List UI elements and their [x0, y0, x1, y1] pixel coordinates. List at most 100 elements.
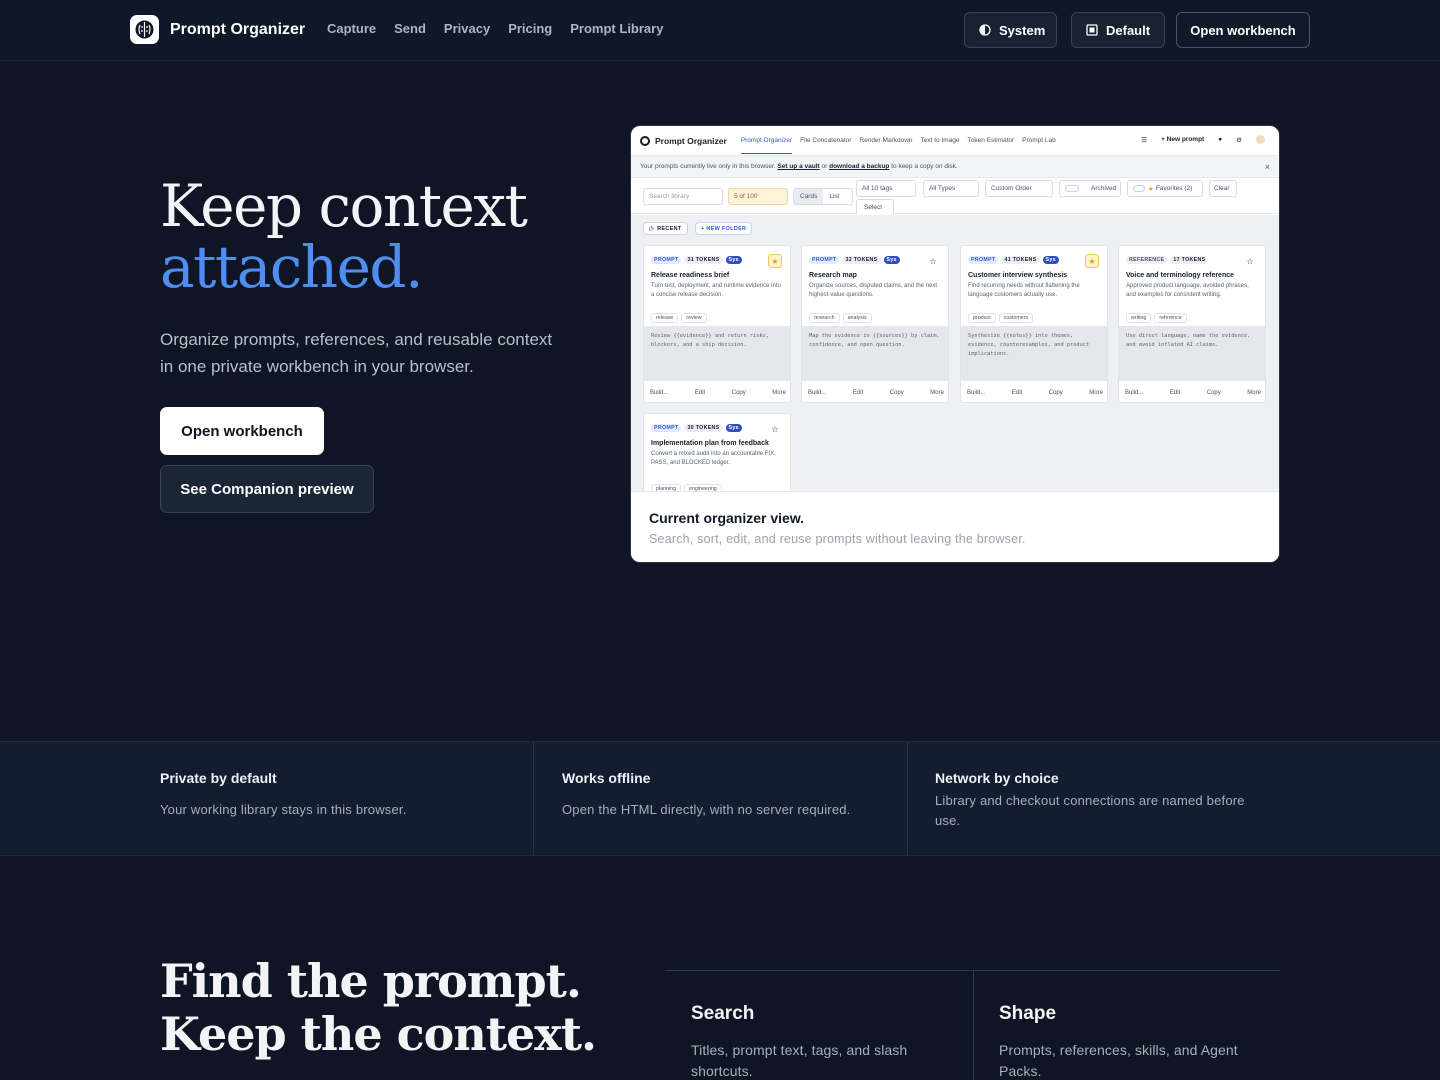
favorite-star-icon[interactable]: ☆: [1243, 254, 1257, 268]
card-edit-button[interactable]: Edit: [1170, 390, 1180, 396]
card-tag[interactable]: release: [651, 313, 679, 323]
card-build-button[interactable]: Build...: [967, 390, 985, 396]
prompt-card[interactable]: PROMPT 41 TOKENS Sys ★ Customer interview …: [960, 245, 1108, 403]
card-title: Customer interview synthesis: [968, 272, 1068, 279]
card-tag[interactable]: customers: [998, 313, 1034, 323]
feature-item-title: Shape: [999, 1003, 1057, 1024]
favorite-star-icon[interactable]: ★: [768, 254, 782, 268]
preview-tab-render-markdown[interactable]: Render Markdown: [859, 128, 912, 154]
feature-body: Library and checkout connections are nam…: [935, 793, 1245, 828]
prompt-card[interactable]: PROMPT 31 TOKENS Sys ★ Release readiness b…: [643, 245, 791, 403]
banner-text-a: Your prompts currently live only in this…: [640, 163, 776, 170]
card-description: Convert a mixed audit into an accountabl…: [651, 451, 776, 466]
card-edit-button[interactable]: Edit: [1012, 390, 1022, 396]
banner-close-icon[interactable]: ×: [1265, 162, 1270, 172]
preview-view-toggle: Cards List: [793, 188, 853, 205]
preview-order-select[interactable]: Custom Order: [985, 180, 1053, 197]
preview-new-prompt-button[interactable]: + New prompt: [1161, 136, 1204, 143]
preview-tab-text-to-image[interactable]: Text to Image: [921, 128, 960, 154]
card-copy-button[interactable]: Copy: [1207, 390, 1221, 396]
card-edit-button[interactable]: Edit: [853, 390, 863, 396]
preview-tags-select[interactable]: All 10 tags: [856, 180, 916, 197]
feature-title: Private by default: [160, 770, 277, 786]
card-more-button[interactable]: More: [1247, 390, 1261, 396]
prompt-card[interactable]: PROMPT 32 TOKENS Sys ☆ Research map Organi…: [801, 245, 949, 403]
card-more-button[interactable]: More: [1089, 390, 1103, 396]
favorite-star-icon[interactable]: ☆: [926, 254, 940, 268]
banner-backup-link[interactable]: download a backup: [829, 163, 889, 170]
reference-card[interactable]: REFERENCE 17 TOKENS ☆ Voice and terminolo…: [1118, 245, 1266, 403]
card-type: PROMPT: [968, 256, 999, 264]
feature-item-body: Titles, prompt text, tags, and slash sho…: [691, 1042, 908, 1079]
card-build-button[interactable]: Build...: [1125, 390, 1143, 396]
nav-link-capture[interactable]: Capture: [327, 21, 376, 36]
card-copy-button[interactable]: Copy: [1049, 390, 1063, 396]
card-sys-badge: Sys: [725, 256, 742, 264]
preview-sidebar-icon[interactable]: ☰: [1141, 136, 1147, 144]
card-tokens: 30 TOKENS: [684, 424, 723, 432]
square-icon: [1086, 24, 1098, 36]
feature-title: Network by choice: [935, 770, 1059, 786]
new-folder-chip[interactable]: + NEW FOLDER: [695, 222, 753, 235]
nav-link-privacy[interactable]: Privacy: [444, 21, 490, 36]
preview-theme-icon[interactable]: ●: [1218, 136, 1222, 143]
preview-tab-token-estimator[interactable]: Token Estimator: [968, 128, 1015, 154]
preview-settings-icon[interactable]: ⚙: [1236, 136, 1242, 144]
theme-system-button[interactable]: System: [964, 12, 1057, 48]
card-tag[interactable]: writing: [1126, 313, 1152, 323]
open-workbench-button[interactable]: Open workbench: [160, 407, 324, 455]
card-tokens: 17 TOKENS: [1170, 256, 1209, 264]
nav-link-send[interactable]: Send: [394, 21, 426, 36]
card-copy-button[interactable]: Copy: [890, 390, 904, 396]
card-more-button[interactable]: More: [930, 390, 944, 396]
preview-select-button[interactable]: Select: [856, 199, 894, 216]
feature-item-body: Prompts, references, skills, and Agent P…: [999, 1042, 1238, 1079]
card-title: Release readiness brief: [651, 272, 730, 279]
card-tag[interactable]: analysis: [842, 313, 872, 323]
feature-body: Your working library stays in this brows…: [160, 802, 407, 817]
preview-tab-prompt-lab[interactable]: Prompt Lab: [1022, 128, 1056, 154]
top-nav: Prompt Organizer Capture Send Privacy Pr…: [0, 0, 1440, 61]
card-prompt-text: Synthesize {{notes}} into themes, eviden…: [961, 326, 1107, 381]
feature-item-title: Search: [691, 1003, 755, 1024]
companion-preview-button[interactable]: See Companion preview: [160, 465, 374, 513]
card-build-button[interactable]: Build...: [808, 390, 826, 396]
preview-favorites-toggle[interactable]: ★ Favorites (2): [1127, 180, 1203, 197]
feature-shape: Shape Prompts, references, skills, and A…: [999, 1003, 1269, 1080]
card-tag[interactable]: product: [968, 313, 996, 323]
card-edit-button[interactable]: Edit: [695, 390, 705, 396]
style-default-button[interactable]: Default: [1071, 12, 1165, 48]
preview-avatar[interactable]: [1256, 135, 1265, 144]
card-tag[interactable]: research: [809, 313, 840, 323]
brand[interactable]: Prompt Organizer: [130, 15, 305, 44]
card-tag[interactable]: review: [681, 313, 707, 323]
brand-name: Prompt Organizer: [170, 20, 306, 38]
preview-types-select[interactable]: All Types: [923, 180, 979, 197]
nav-link-pricing[interactable]: Pricing: [508, 21, 552, 36]
banner-vault-link[interactable]: Set up a vault: [777, 163, 819, 170]
card-sys-badge: Sys: [725, 424, 742, 432]
card-type: PROMPT: [809, 256, 840, 264]
preview-archived-toggle[interactable]: Archived: [1059, 180, 1121, 197]
card-build-button[interactable]: Build...: [650, 390, 668, 396]
preview-view-list[interactable]: List: [823, 189, 845, 204]
preview-tab-prompt-organizer[interactable]: Prompt Organizer: [740, 128, 793, 154]
preview-caption: Current organizer view. Search, sort, ed…: [631, 491, 1279, 562]
preview-search-input[interactable]: Search library: [643, 188, 723, 205]
hero-title-line2: attached.: [160, 233, 424, 301]
card-tag[interactable]: reference: [1154, 313, 1187, 323]
preview-clear-button[interactable]: Clear: [1209, 180, 1237, 197]
preview-archived-label: Archived: [1091, 185, 1117, 192]
nav-link-prompt-library[interactable]: Prompt Library: [570, 21, 663, 36]
favorite-star-icon[interactable]: ★: [1085, 254, 1099, 268]
open-workbench-nav-button[interactable]: Open workbench: [1176, 12, 1310, 48]
card-more-button[interactable]: More: [772, 390, 786, 396]
recent-chip[interactable]: ◷ RECENT: [643, 222, 688, 235]
hero-title-line1: Keep context: [160, 172, 528, 240]
card-title: Research map: [809, 272, 857, 279]
favorite-star-icon[interactable]: ☆: [768, 422, 782, 436]
preview-view-cards[interactable]: Cards: [794, 189, 824, 204]
card-copy-button[interactable]: Copy: [732, 390, 746, 396]
preview-tab-file-concatenator[interactable]: File Concatenator: [800, 128, 851, 154]
section-title: Find the prompt. Keep the context.: [160, 954, 597, 1061]
